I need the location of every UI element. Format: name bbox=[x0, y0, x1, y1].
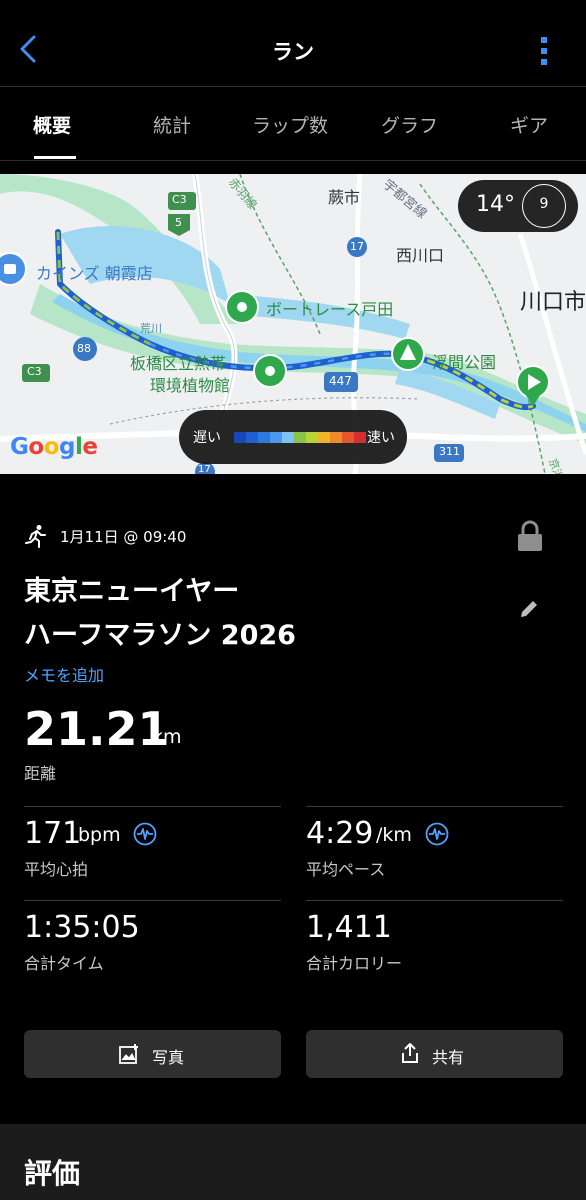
map-label-nishikawaguchi: 西川口 bbox=[396, 246, 445, 265]
route-badge-17-top: 17 bbox=[350, 240, 364, 253]
legend-slow-label: 遅い bbox=[193, 430, 221, 446]
running-icon bbox=[25, 525, 46, 548]
add-memo-link[interactable]: メモを追加 bbox=[24, 662, 104, 686]
share-button[interactable]: 共有 bbox=[306, 1030, 563, 1078]
avg-heart-rate-value: 171 bbox=[24, 816, 82, 851]
map-label-ukima-park: 浮間公園 bbox=[432, 353, 497, 372]
distance-value: 21.21 bbox=[24, 702, 170, 756]
tab-stats[interactable]: 統計 bbox=[153, 111, 191, 138]
divider bbox=[24, 900, 281, 901]
route-badge-311: 311 bbox=[439, 445, 460, 458]
page-title: ラン bbox=[272, 40, 314, 64]
route-badge-447: 447 bbox=[329, 374, 352, 388]
tab-overview[interactable]: 概要 bbox=[33, 111, 71, 138]
route-badge-c3-bottom: C3 bbox=[27, 365, 42, 378]
divider bbox=[306, 900, 563, 901]
add-photo-button[interactable]: 写真 bbox=[24, 1030, 281, 1078]
avg-pace-unit: /km bbox=[376, 824, 412, 846]
map-label-kawaguchi: 川口市 bbox=[520, 290, 586, 315]
more-options-icon[interactable] bbox=[530, 34, 558, 68]
map-label-botanic-1: 板橋区立熱帯 bbox=[130, 354, 227, 373]
tab-bar: 概要 統計 ラップ数 グラフ ギア bbox=[0, 86, 586, 161]
activity-title[interactable]: 東京ニューイヤー ハーフマラソン 2026 bbox=[24, 570, 484, 658]
edit-pencil-icon[interactable] bbox=[518, 598, 540, 620]
share-icon bbox=[402, 1043, 418, 1063]
divider bbox=[306, 806, 563, 807]
total-time-value: 1:35:05 bbox=[24, 910, 140, 945]
avg-pace-label: 平均ペース bbox=[306, 860, 386, 879]
app-header: ラン bbox=[0, 0, 586, 87]
pace-color-swatch bbox=[258, 432, 270, 443]
map-label-botanic-2: 環境植物館 bbox=[150, 376, 231, 395]
pace-chart-icon[interactable] bbox=[425, 822, 449, 846]
avg-heart-rate-unit: bpm bbox=[78, 824, 121, 846]
map-label-river: 荒川 bbox=[140, 322, 162, 335]
map-label-cainz: カインズ 朝霞店 bbox=[36, 264, 153, 283]
route-badge-c3-top: C3 bbox=[172, 193, 187, 206]
pace-color-swatch bbox=[234, 432, 246, 443]
pace-color-swatch bbox=[354, 432, 366, 443]
route-badge-17-bottom: 17 bbox=[198, 464, 211, 474]
avg-pace-value: 4:29 bbox=[306, 816, 374, 851]
active-tab-indicator bbox=[34, 156, 76, 159]
pace-color-swatch bbox=[306, 432, 318, 443]
pace-color-scale bbox=[234, 432, 366, 443]
pace-color-swatch bbox=[246, 432, 258, 443]
wind-compass-icon: 9 bbox=[522, 184, 566, 228]
distance-label: 距離 bbox=[24, 764, 57, 783]
total-time-label: 合計タイム bbox=[24, 954, 104, 973]
pace-color-swatch bbox=[318, 432, 330, 443]
lock-icon[interactable] bbox=[516, 520, 544, 552]
total-calories-value: 1,411 bbox=[306, 910, 392, 945]
map-label-warabi: 蕨市 bbox=[328, 188, 361, 207]
add-photo-label: 写真 bbox=[152, 1048, 185, 1067]
pace-color-swatch bbox=[342, 432, 354, 443]
tab-graph[interactable]: グラフ bbox=[381, 111, 438, 138]
weather-widget: 14° 9 bbox=[458, 180, 578, 232]
temperature: 14° bbox=[476, 192, 515, 217]
map-label-boatrace: ボートレース戸田 bbox=[266, 300, 394, 319]
pace-color-swatch bbox=[282, 432, 294, 443]
add-photo-icon bbox=[119, 1044, 138, 1064]
heart-rate-chart-icon[interactable] bbox=[133, 822, 157, 846]
wind-speed: 9 bbox=[539, 196, 549, 212]
pace-color-swatch bbox=[330, 432, 342, 443]
pace-color-swatch bbox=[270, 432, 282, 443]
share-label: 共有 bbox=[432, 1048, 465, 1067]
route-badge-88: 88 bbox=[77, 342, 91, 355]
legend-fast-label: 速い bbox=[367, 430, 395, 446]
rating-section: 評価 bbox=[0, 1124, 586, 1200]
google-logo: Google bbox=[10, 434, 98, 460]
activity-date: 1月11日 @ 09:40 bbox=[60, 528, 187, 546]
total-calories-label: 合計カロリー bbox=[306, 954, 403, 973]
pace-legend: 遅い 速い bbox=[179, 410, 407, 464]
tab-gear[interactable]: ギア bbox=[510, 111, 548, 138]
rating-title: 評価 bbox=[24, 1157, 81, 1190]
route-badge-5: 5 bbox=[175, 216, 182, 229]
pace-color-swatch bbox=[294, 432, 306, 443]
avg-heart-rate-label: 平均心拍 bbox=[24, 860, 89, 879]
distance-unit: km bbox=[152, 726, 182, 748]
activity-title-line-2: ハーフマラソン 2026 bbox=[24, 620, 296, 651]
activity-title-line-1: 東京ニューイヤー bbox=[24, 576, 240, 607]
divider bbox=[24, 806, 281, 807]
tab-laps[interactable]: ラップ数 bbox=[252, 111, 328, 138]
